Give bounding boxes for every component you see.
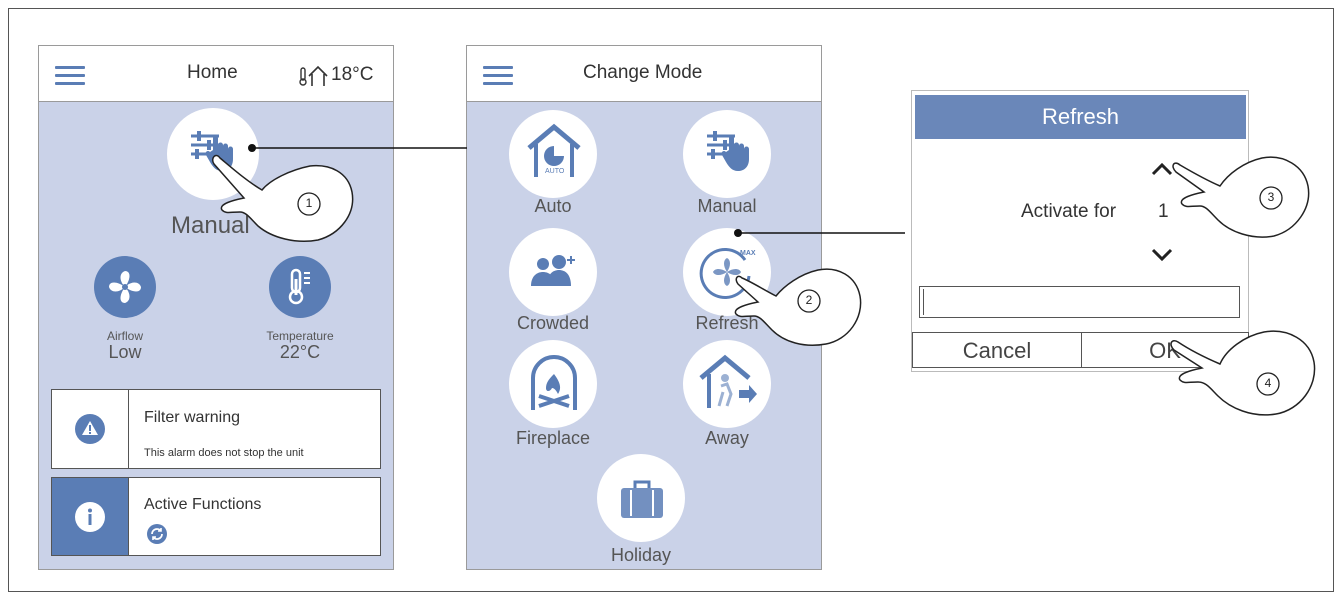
callout-2: 2 (805, 293, 813, 307)
pointing-hand-2 (734, 268, 862, 346)
pointing-hand-1 (211, 154, 354, 242)
callout-1: 1 (305, 196, 313, 210)
pointing-hand-4 (1170, 330, 1316, 416)
pointing-hand-3 (1172, 156, 1310, 238)
annotation-overlay (211, 144, 1316, 416)
callout-4: 4 (1264, 376, 1272, 390)
callout-3: 3 (1267, 190, 1275, 204)
